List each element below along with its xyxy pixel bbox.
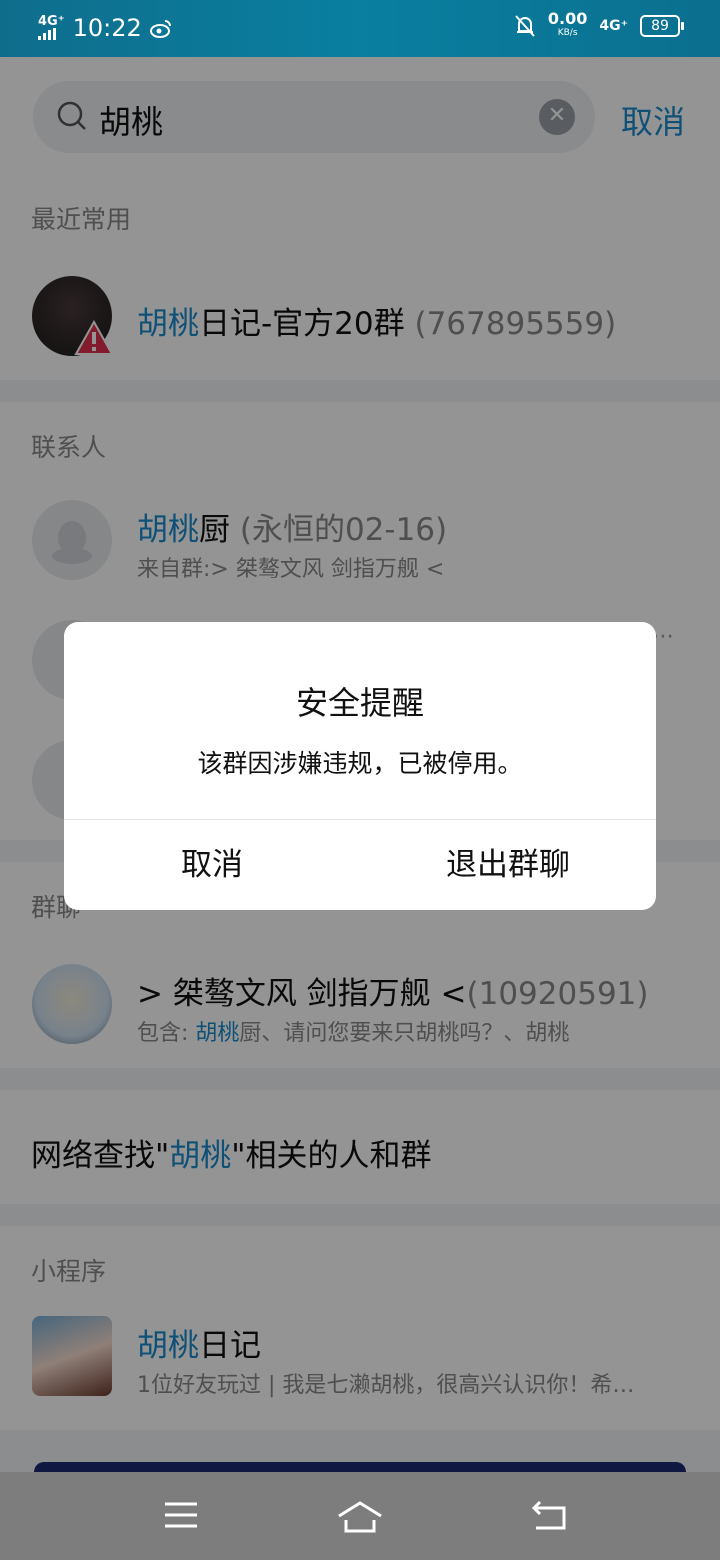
dialog-cancel-button[interactable]: 取消 <box>64 820 360 910</box>
signal-icon: 4G⁺ <box>38 14 65 40</box>
security-alert-dialog: 安全提醒 该群因涉嫌违规，已被停用。 取消 退出群聊 <box>64 622 656 910</box>
network-type-left: 4G⁺ <box>38 14 65 29</box>
battery-icon: 89 <box>640 15 684 37</box>
system-nav-bar <box>0 1472 720 1560</box>
mute-bell-icon <box>515 15 535 37</box>
back-icon[interactable] <box>530 1500 568 1532</box>
home-icon[interactable] <box>336 1500 384 1534</box>
weibo-icon <box>149 20 171 38</box>
network-type-right: 4G⁺ <box>599 18 628 34</box>
dialog-message: 该群因涉嫌违规，已被停用。 <box>197 749 523 778</box>
network-speed: 0.00 KB/s <box>547 9 588 39</box>
status-bar: 4G⁺ 10:22 0.00 KB/s 4G⁺ 89 <box>0 0 720 57</box>
clock: 10:22 <box>72 14 142 42</box>
dialog-title: 安全提醒 <box>295 684 424 722</box>
menu-icon[interactable] <box>163 1500 199 1530</box>
exit-group-button[interactable]: 退出群聊 <box>360 820 656 910</box>
